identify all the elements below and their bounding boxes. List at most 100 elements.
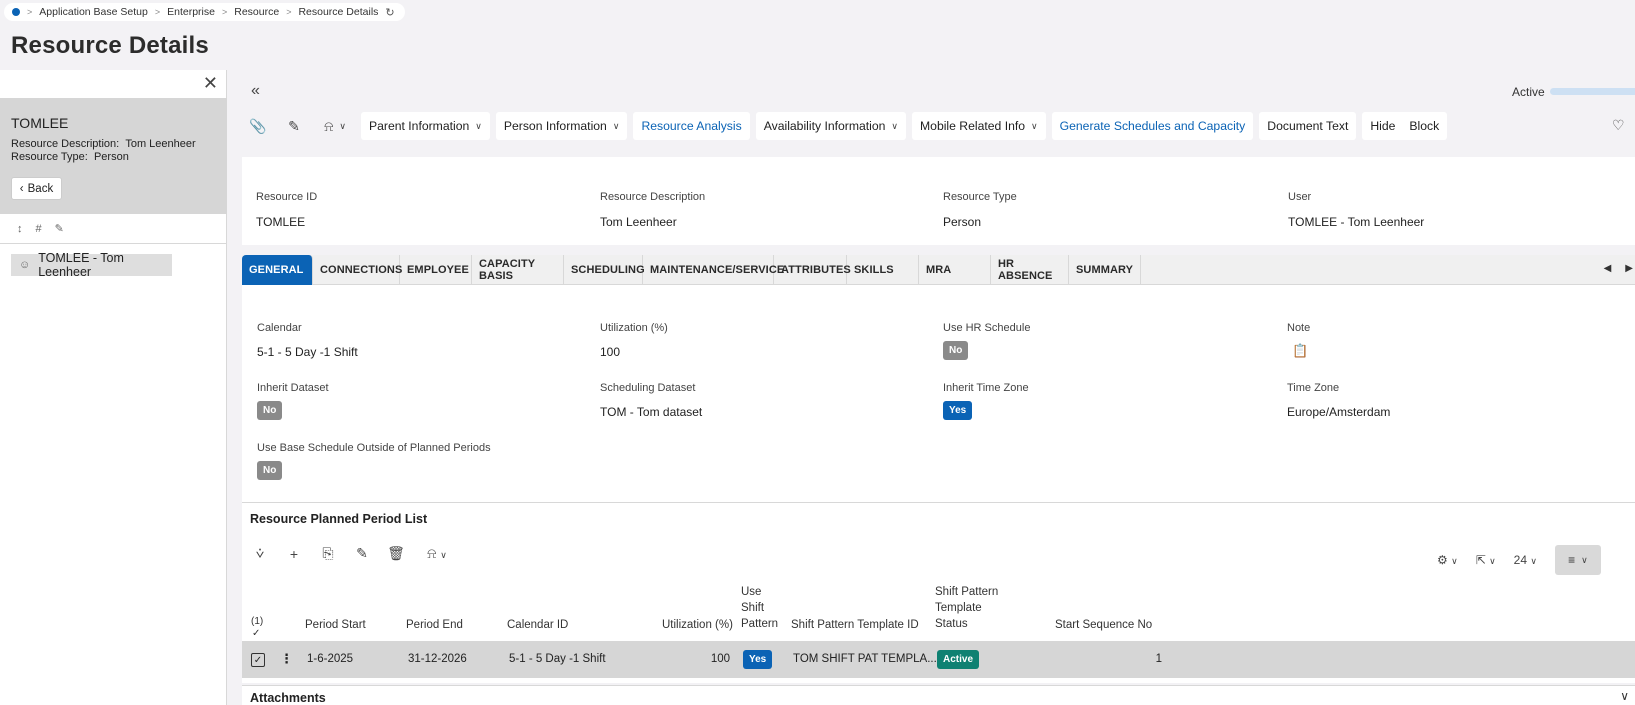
tab-summary[interactable]: SUMMARY: [1069, 255, 1141, 285]
note-icon[interactable]: 📋: [1292, 343, 1308, 359]
user-link[interactable]: TOMLEE - Tom Leenheer: [1288, 215, 1424, 229]
list-toolbar: ⩒ + ⎘ ✎ 🗑 ⍾ ∨: [250, 545, 454, 562]
chevron-down-icon[interactable]: ∨: [1620, 689, 1629, 703]
home-icon[interactable]: [12, 8, 20, 16]
page-size-value: 24: [1513, 553, 1528, 567]
favorite-icon[interactable]: ♡: [1612, 117, 1625, 134]
row-checkbox[interactable]: ✓: [251, 653, 265, 667]
person-information-button[interactable]: Person Information ∨: [495, 112, 628, 140]
person-information-label: Person Information: [503, 119, 607, 133]
delete-icon[interactable]: 🗑: [386, 545, 406, 562]
utilization-value: 100: [600, 345, 621, 359]
column-template-status[interactable]: Shift Pattern Template Status: [935, 584, 998, 632]
use-base-schedule-badge: No: [257, 461, 283, 480]
hide-button[interactable]: Hide: [1370, 119, 1395, 133]
tab-maintenance-service[interactable]: MAINTENANCE/SERVICE: [643, 255, 784, 285]
record-name: TOMLEE: [11, 115, 69, 131]
column-template-id[interactable]: Shift Pattern Template ID: [791, 617, 919, 633]
cell-calendar-id[interactable]: 5-1 - 5 Day -1 Shift: [509, 653, 606, 665]
row-menu-icon[interactable]: ⋮: [280, 651, 293, 667]
settings-icon[interactable]: ⚙ ∨: [1437, 553, 1458, 567]
calendar-link[interactable]: 5-1 - 5 Day -1 Shift: [257, 345, 358, 359]
chevron-right-icon: >: [286, 7, 292, 17]
document-text-button[interactable]: Document Text: [1259, 112, 1357, 140]
list-view-icon: ≡: [1568, 553, 1576, 567]
edit-icon[interactable]: ✎: [279, 112, 309, 140]
tab-skills[interactable]: SKILLS: [847, 255, 919, 285]
bell-icon[interactable]: ⍾ ∨: [420, 545, 454, 562]
caret-left-icon[interactable]: ◀: [1604, 263, 1612, 274]
list-title: Resource Planned Period List: [250, 512, 428, 526]
column-calendar-id[interactable]: Calendar ID: [507, 617, 568, 633]
navigator-item[interactable]: ☺ TOMLEE - Tom Leenheer: [11, 251, 172, 279]
time-zone-link[interactable]: Europe/Amsterdam: [1287, 405, 1390, 419]
navigator-item-label: TOMLEE - Tom Leenheer: [38, 251, 124, 279]
column-template-status-line2: Template: [935, 602, 982, 614]
breadcrumb: > Application Base Setup > Enterprise > …: [4, 3, 405, 21]
scheduling-dataset-link[interactable]: TOM - Tom dataset: [600, 405, 702, 419]
generate-schedules-button[interactable]: Generate Schedules and Capacity: [1051, 112, 1254, 140]
caret-right-icon[interactable]: ▶: [1625, 263, 1633, 274]
select-all-check-icon[interactable]: ✓: [252, 626, 260, 642]
mobile-related-info-button[interactable]: Mobile Related Info ∨: [912, 112, 1046, 140]
time-zone-label: Time Zone: [1287, 382, 1340, 394]
resource-analysis-button[interactable]: Resource Analysis: [633, 112, 750, 140]
hash-icon[interactable]: #: [36, 223, 42, 235]
tab-capacity-basis[interactable]: CAPACITY BASIS: [472, 255, 564, 285]
column-start-sequence[interactable]: Start Sequence No: [1055, 617, 1152, 633]
chevron-right-icon: >: [154, 7, 161, 17]
tab-hr-absence[interactable]: HR ABSENCE: [991, 255, 1069, 285]
tab-connections[interactable]: CONNECTIONS: [313, 255, 402, 285]
cell-template-id[interactable]: TOM SHIFT PAT TEMPLA...: [793, 653, 937, 665]
column-period-start[interactable]: Period Start: [305, 617, 366, 633]
breadcrumb-item[interactable]: Resource Details: [298, 6, 378, 18]
edit-icon[interactable]: ✎: [352, 545, 372, 562]
availability-information-button[interactable]: Availability Information ∨: [755, 112, 907, 140]
refresh-icon[interactable]: ↻: [385, 6, 394, 19]
breadcrumb-item[interactable]: Resource: [234, 6, 279, 18]
breadcrumb-item[interactable]: Application Base Setup: [39, 6, 148, 18]
parent-information-button[interactable]: Parent Information ∨: [361, 112, 490, 140]
tab-attributes[interactable]: ATTRIBUTES: [774, 255, 851, 285]
tab-general[interactable]: GENERAL: [242, 255, 313, 285]
column-use-shift-pattern[interactable]: Use Shift Pattern: [741, 584, 778, 632]
tab-scroll: ◀ ▶: [1604, 263, 1633, 274]
column-utilization[interactable]: Utilization (%): [662, 617, 733, 633]
export-icon[interactable]: ⇱ ∨: [1476, 553, 1496, 567]
record-description-value: Tom Leenheer: [125, 138, 196, 150]
collapse-panel-icon[interactable]: «: [251, 82, 260, 100]
pin-icon[interactable]: ↕: [17, 223, 23, 235]
person-icon: ☺: [19, 259, 31, 271]
use-hr-schedule-label: Use HR Schedule: [943, 322, 1031, 334]
record-header: Resource ID TOMLEE Resource Description …: [242, 157, 1635, 245]
add-icon[interactable]: +: [284, 546, 304, 562]
cell-period-start: 1-6-2025: [307, 653, 354, 665]
user-label: User: [1288, 191, 1312, 203]
status-progress-bar: [1550, 88, 1635, 95]
cell-status-badge: Active: [937, 650, 980, 669]
column-use-shift-pattern-line2: Shift: [741, 602, 765, 614]
block-button[interactable]: Block: [1409, 119, 1439, 133]
page-title: Resource Details: [11, 32, 209, 59]
bell-icon[interactable]: ⍾ ∨: [315, 112, 355, 140]
chevron-right-icon: >: [27, 7, 33, 17]
paperclip-icon[interactable]: 📎: [243, 112, 273, 140]
cell-utilization: 100: [710, 653, 730, 665]
edit-icon[interactable]: ✎: [55, 222, 64, 235]
back-button[interactable]: ‹ Back: [11, 177, 62, 200]
inherit-time-zone-badge: Yes: [943, 401, 973, 420]
column-template-status-line1: Shift Pattern: [935, 586, 999, 598]
navigator-toolbar: ↕ # ✎: [0, 214, 227, 244]
breadcrumb-item[interactable]: Enterprise: [167, 6, 215, 18]
table-row[interactable]: ✓ ⋮ 1-6-2025 31-12-2026 5-1 - 5 Day -1 S…: [242, 641, 1635, 678]
duplicate-icon[interactable]: ⎘: [318, 545, 338, 562]
tab-employee[interactable]: EMPLOYEE: [400, 255, 472, 285]
tab-scheduling[interactable]: SCHEDULING: [564, 255, 645, 285]
tab-mra[interactable]: MRA: [919, 255, 991, 285]
filter-icon[interactable]: ⩒: [250, 545, 270, 562]
view-toggle-button[interactable]: ≡ ∨: [1554, 545, 1601, 575]
close-icon[interactable]: ✕: [203, 74, 218, 92]
page-size-select[interactable]: 24 ∨: [1514, 553, 1537, 567]
column-period-end[interactable]: Period End: [406, 617, 463, 633]
attachments-section[interactable]: Attachments ∨: [242, 685, 1635, 705]
